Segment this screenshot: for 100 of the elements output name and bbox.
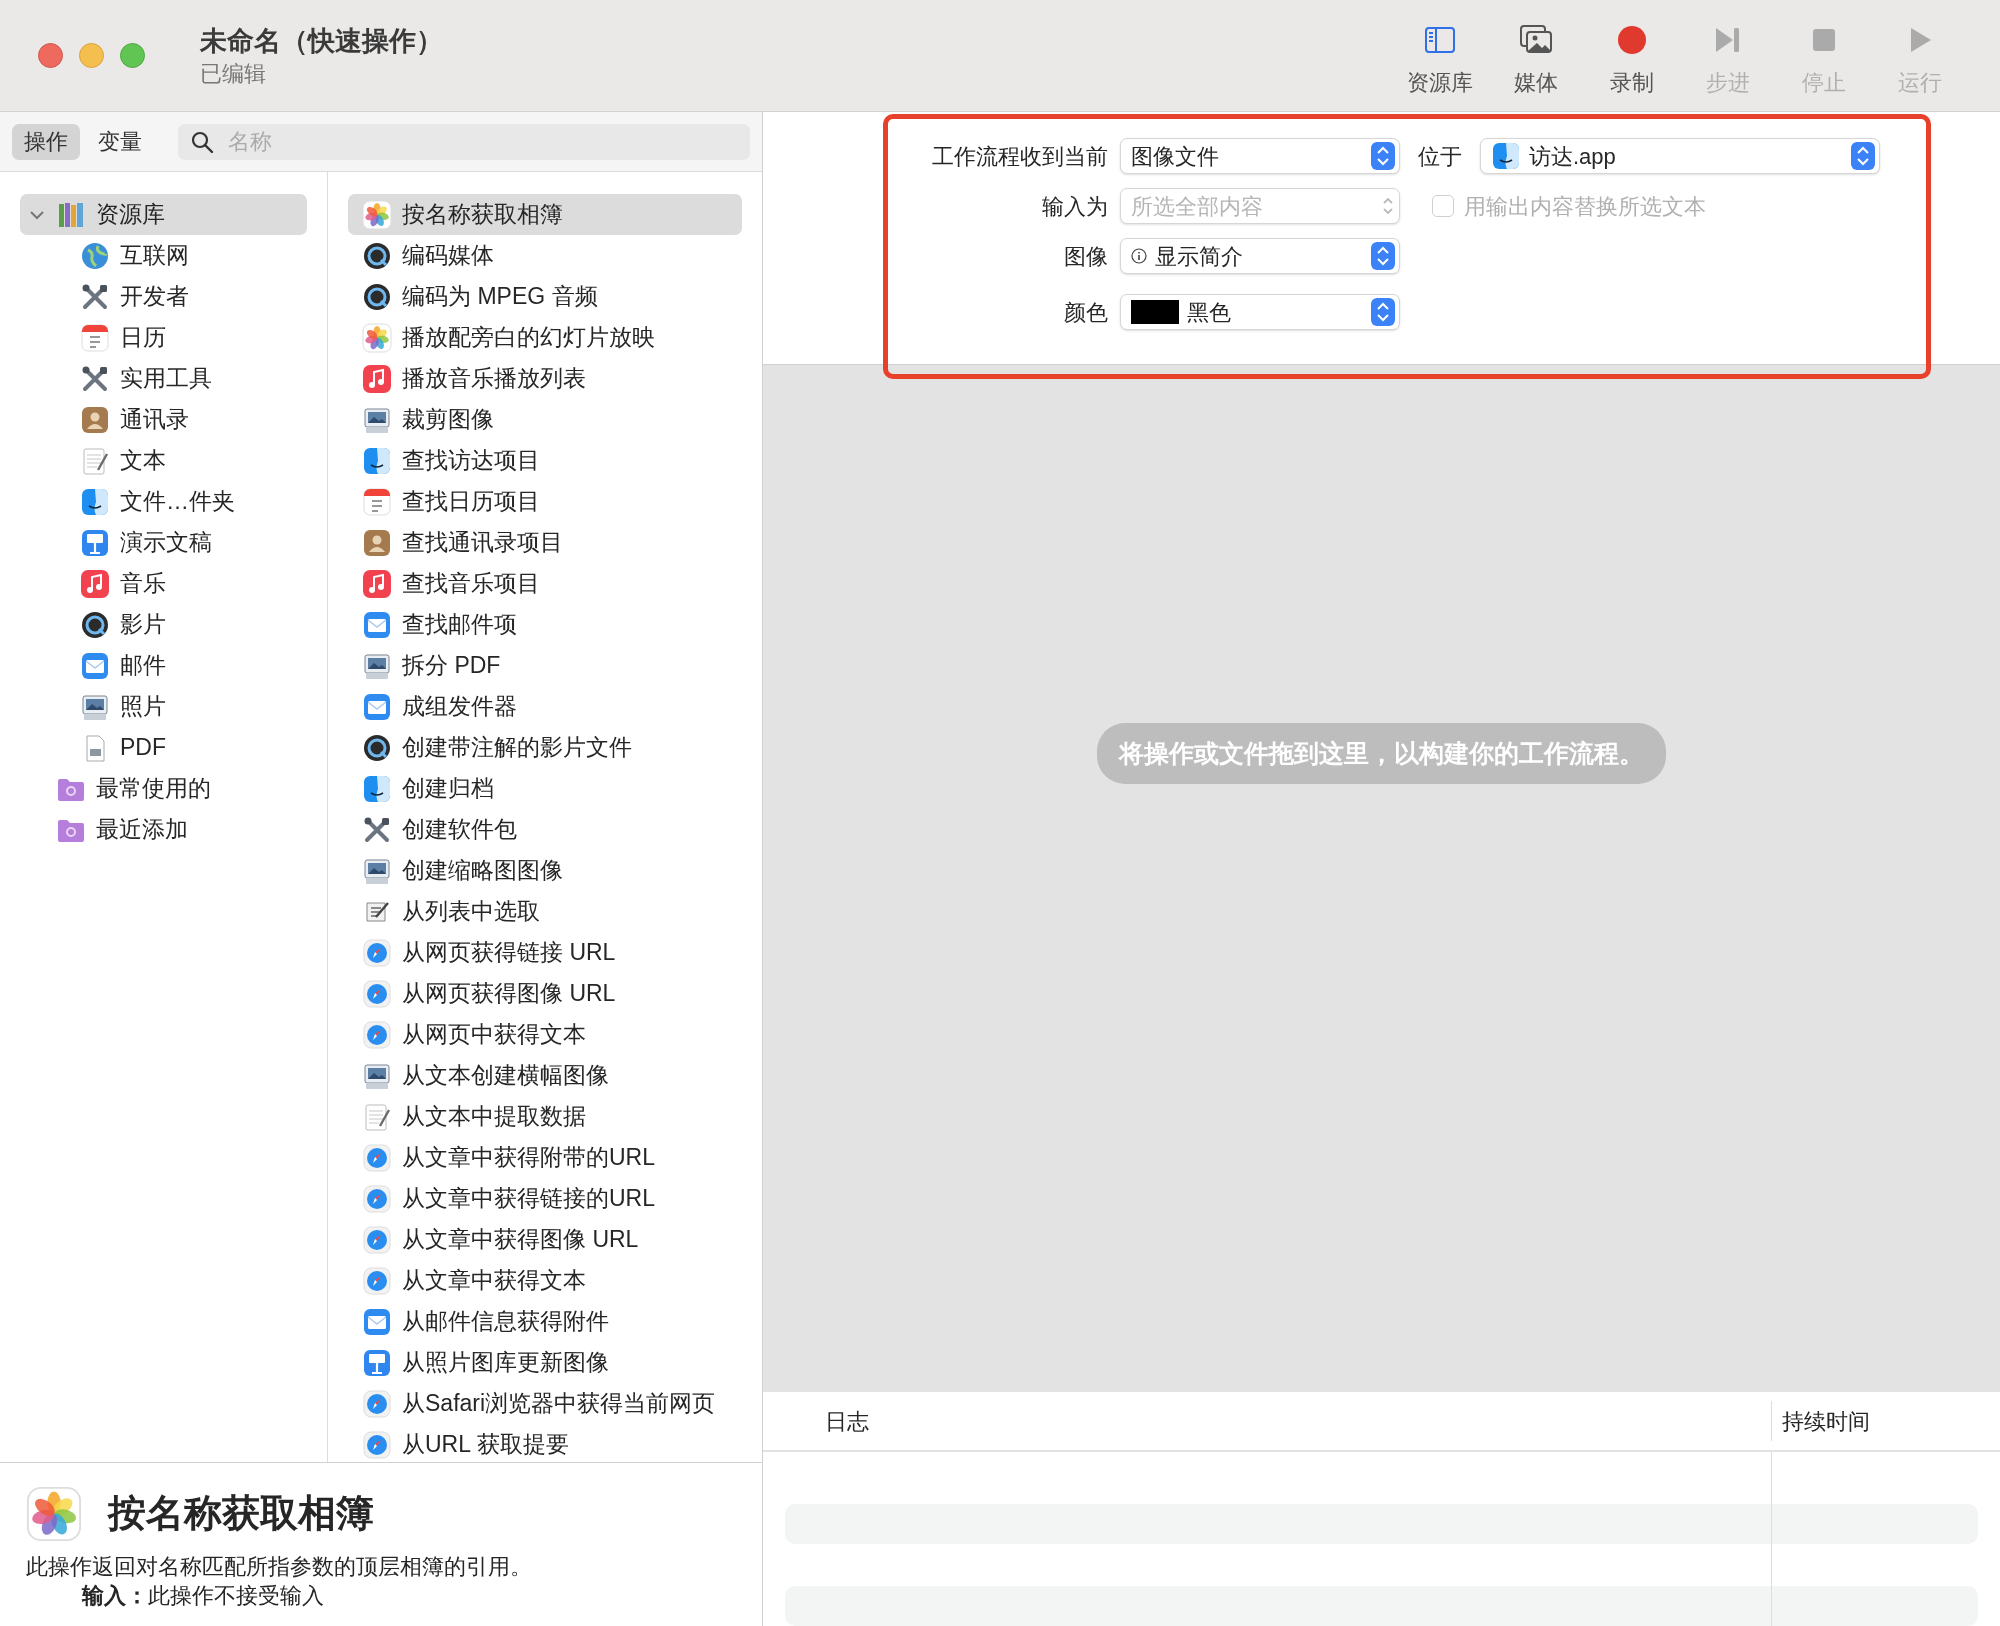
list-item[interactable]: 从URL 获取提要 — [348, 1424, 742, 1465]
split-square-icon — [362, 773, 392, 804]
tab[interactable]: 操作 — [12, 123, 80, 160]
list-item[interactable]: 演示文稿 — [20, 522, 307, 563]
compass-icon — [362, 1224, 392, 1255]
compass-icon — [362, 1388, 392, 1419]
list-item[interactable]: 创建归档 — [348, 768, 742, 809]
list-item[interactable]: 编码媒体 — [348, 235, 742, 276]
split-square-icon — [1491, 141, 1521, 171]
notepad-icon — [80, 445, 110, 476]
field-label: 工作流程收到当前 — [931, 142, 1108, 171]
stepper-arrows-icon — [1381, 195, 1395, 217]
list-item[interactable]: 从文章中获得附带的URL — [348, 1137, 742, 1178]
list-item[interactable]: 资源库 — [20, 194, 307, 235]
ring-icon — [362, 281, 392, 312]
list-item[interactable]: 从Safari浏览器中获得当前网页 — [348, 1383, 742, 1424]
list-item[interactable]: 查找访达项目 — [348, 440, 742, 481]
list-item[interactable]: 从网页获得图像 URL — [348, 973, 742, 1014]
list-item[interactable]: 播放音乐播放列表 — [348, 358, 742, 399]
compass-icon — [362, 1183, 392, 1214]
list-item[interactable]: 从邮件信息获得附件 — [348, 1301, 742, 1342]
stepper-arrows-icon — [1371, 142, 1395, 170]
action-title: 按名称获取相簿 — [108, 1491, 374, 1536]
stepper-arrows-icon — [1371, 298, 1395, 326]
list-item[interactable]: 影片 — [20, 604, 307, 645]
popup-button[interactable]: 黑色 — [1120, 294, 1400, 330]
music-note-icon — [362, 568, 392, 599]
minimize-button[interactable] — [79, 43, 104, 68]
info-icon — [1131, 248, 1147, 264]
toolbar-button[interactable]: 录制 — [1590, 22, 1674, 99]
column-header[interactable]: 持续时间 — [1771, 1401, 1870, 1441]
address-book-icon — [362, 527, 392, 558]
input-note: 输入：此操作不接受输入 — [82, 1582, 325, 1610]
envelope-icon — [362, 609, 392, 640]
split-square-icon — [80, 486, 110, 517]
list-item[interactable]: 编码为 MPEG 音频 — [348, 276, 742, 317]
field-label: 位于 — [1418, 142, 1462, 171]
list-item[interactable]: 查找音乐项目 — [348, 563, 742, 604]
popup-button[interactable]: 显示简介 — [1120, 238, 1400, 274]
list-item[interactable]: 从列表中选取 — [348, 891, 742, 932]
compass-icon — [362, 978, 392, 1009]
field-label: 图像 — [1063, 242, 1108, 271]
drop-hint: 将操作或文件拖到这里，以构建你的工作流程。 — [1097, 722, 1666, 785]
notepad-icon — [362, 1101, 392, 1132]
list-item[interactable]: 查找日历项目 — [348, 481, 742, 522]
toolbar-button[interactable]: 资源库 — [1398, 22, 1482, 99]
list-item[interactable]: 查找邮件项 — [348, 604, 742, 645]
list-item[interactable]: 从照片图库更新图像 — [348, 1342, 742, 1383]
list-item[interactable]: 创建软件包 — [348, 809, 742, 850]
list-item[interactable]: 创建缩略图图像 — [348, 850, 742, 891]
flower-icon — [362, 322, 392, 353]
list-item[interactable]: 最常使用的 — [20, 768, 307, 809]
list-item[interactable]: 拆分 PDF — [348, 645, 742, 686]
tab[interactable]: 变量 — [86, 123, 154, 160]
compass-icon — [362, 1429, 392, 1460]
compass-icon — [362, 937, 392, 968]
list-item[interactable]: 日历 — [20, 317, 307, 358]
list-item[interactable]: 从文章中获得图像 URL — [348, 1219, 742, 1260]
list-item[interactable]: 从网页中获得文本 — [348, 1014, 742, 1055]
list-item[interactable]: 邮件 — [20, 645, 307, 686]
calendar-icon — [80, 322, 110, 353]
podium-icon — [80, 527, 110, 558]
list-item[interactable]: 互联网 — [20, 235, 307, 276]
popup-button[interactable]: 图像文件 — [1120, 138, 1400, 174]
list-item[interactable]: 文件…件夹 — [20, 481, 307, 522]
list-item[interactable]: 查找通讯录项目 — [348, 522, 742, 563]
list-item[interactable]: 成组发件器 — [348, 686, 742, 727]
popup-button[interactable]: 访达.app — [1480, 138, 1880, 174]
list-item[interactable]: 音乐 — [20, 563, 307, 604]
list-item[interactable]: 播放配旁白的幻灯片放映 — [348, 317, 742, 358]
list-item[interactable]: 从文本创建横幅图像 — [348, 1055, 742, 1096]
compass-icon — [362, 1019, 392, 1050]
close-button[interactable] — [38, 43, 63, 68]
toolbar-button[interactable]: 媒体 — [1494, 22, 1578, 99]
window-title: 未命名（快速操作） — [200, 24, 443, 58]
list-item[interactable]: 照片 — [20, 686, 307, 727]
envelope-icon — [80, 650, 110, 681]
list-item[interactable]: 从文章中获得文本 — [348, 1260, 742, 1301]
list-item[interactable]: 最近添加 — [20, 809, 307, 850]
list-item[interactable]: 文本 — [20, 440, 307, 481]
list-item[interactable]: 按名称获取相簿 — [348, 194, 742, 235]
list-item[interactable]: 实用工具 — [20, 358, 307, 399]
list-item[interactable]: 裁剪图像 — [348, 399, 742, 440]
list-item[interactable]: 从网页获得链接 URL — [348, 932, 742, 973]
ring-icon — [362, 732, 392, 763]
list-item[interactable]: 从文章中获得链接的URL — [348, 1178, 742, 1219]
list-item[interactable]: 通讯录 — [20, 399, 307, 440]
list-item[interactable]: 创建带注解的影片文件 — [348, 727, 742, 768]
music-note-icon — [362, 363, 392, 394]
zoom-button[interactable] — [120, 43, 145, 68]
action-description: 此操作返回对名称匹配所指参数的顶层相簿的引用。 — [26, 1553, 533, 1581]
ring-icon — [362, 240, 392, 271]
list-item[interactable]: 从文本中提取数据 — [348, 1096, 742, 1137]
list-item[interactable]: 开发者 — [20, 276, 307, 317]
search-field[interactable]: 名称 — [178, 123, 750, 160]
list-item[interactable]: PDF — [20, 727, 307, 768]
column-header[interactable]: 日志 — [763, 1404, 1771, 1438]
ring-icon — [80, 609, 110, 640]
stepper-arrows-icon — [1371, 242, 1395, 270]
podium-icon — [362, 1347, 392, 1378]
